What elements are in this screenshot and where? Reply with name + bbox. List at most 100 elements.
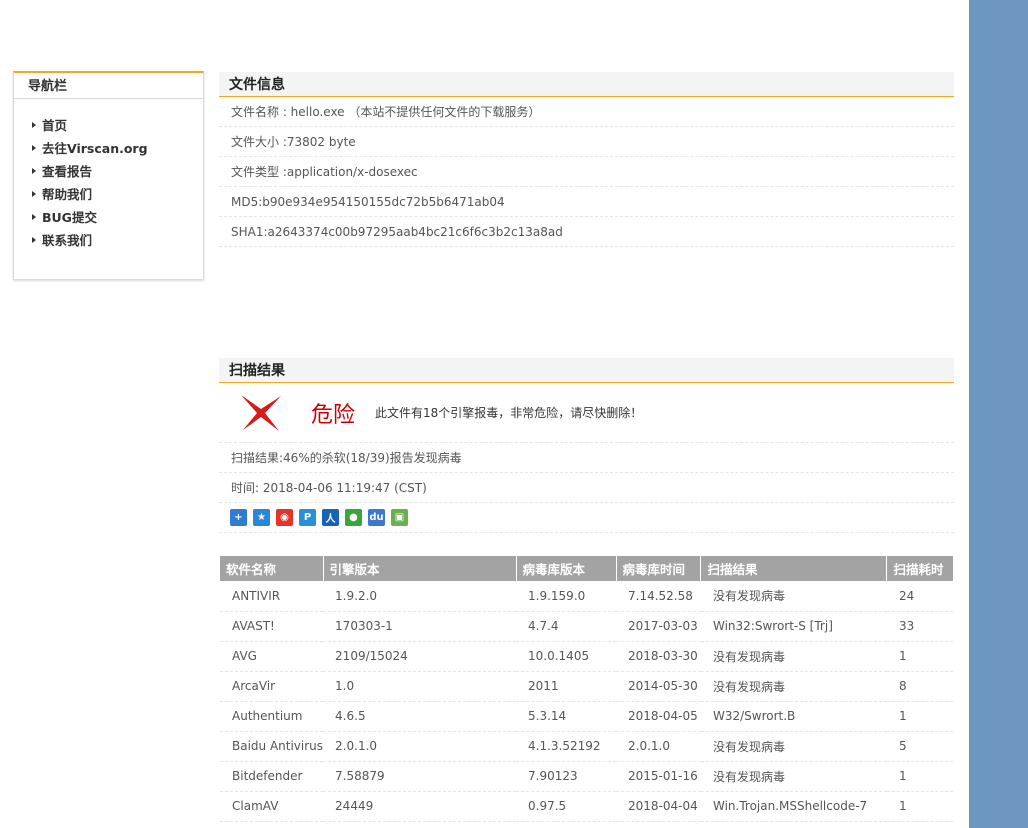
arrow-right-icon <box>32 213 36 220</box>
table-row: Authentium 4.6.5 5.3.14 2018-04-05 W32/S… <box>220 701 953 732</box>
file-size-row: 文件大小 :73802 byte <box>219 127 954 157</box>
wechat-icon[interactable]: ● <box>345 509 362 526</box>
cell-result: Win32:Swrort-S [Trj] <box>700 611 887 642</box>
nav-item-label: BUG提交 <box>42 210 97 225</box>
danger-label: 危险 <box>311 402 356 428</box>
col-engine-version: 引擎版本 <box>323 556 517 581</box>
nav-title: 导航栏 <box>14 73 203 99</box>
table-row: AVAST! 170303-1 4.7.4 2017-03-03 Win32:S… <box>220 611 953 642</box>
cell-engine: 4.6.5 <box>323 701 517 732</box>
table-row: ArcaVir 1.0 2011 2014-05-30 没有发现病毒 8 <box>220 671 953 702</box>
file-info-title: 文件信息 <box>219 72 954 97</box>
cell-result: 没有发现病毒 <box>700 581 887 612</box>
cell-engine: 2109/15024 <box>323 641 517 672</box>
table-row: ANTIVIR 1.9.2.0 1.9.159.0 7.14.52.58 没有发… <box>220 581 953 612</box>
sha1-row: SHA1:a2643374c00b97295aab4bc21c6f6c3b2c1… <box>219 217 954 247</box>
baidu-icon[interactable]: du <box>368 509 385 526</box>
nav-item-home[interactable]: 首页 <box>32 113 203 136</box>
cell-result: 没有发现病毒 <box>700 761 887 792</box>
cell-time: 24 <box>886 581 953 612</box>
cell-name: Bitdefender <box>220 761 324 792</box>
weibo-icon[interactable]: ◉ <box>276 509 293 526</box>
cell-time: 1 <box>886 641 953 672</box>
qzone-icon[interactable]: ★ <box>253 509 270 526</box>
page: 导航栏 首页 去往Virscan.org 查看报告 帮助我们 BUG提交 联系我… <box>0 0 1028 828</box>
table-row: AVG 2109/15024 10.0.1405 2018-03-30 没有发现… <box>220 641 953 672</box>
col-db-version: 病毒库版本 <box>516 556 617 581</box>
cell-date: 7.14.52.58 <box>616 581 701 612</box>
nav-item-label: 去往Virscan.org <box>42 141 148 156</box>
cell-name: ANTIVIR <box>220 581 324 612</box>
cell-time: 8 <box>886 671 953 702</box>
cell-time: 1 <box>886 701 953 732</box>
cell-engine: 170303-1 <box>323 611 517 642</box>
cell-db: 5.3.14 <box>516 701 616 732</box>
cell-result: 没有发现病毒 <box>700 731 887 762</box>
pengyou-icon[interactable]: P <box>299 509 316 526</box>
table-header-row: 软件名称 引擎版本 病毒库版本 病毒库时间 扫描结果 扫描耗时 <box>220 556 953 581</box>
arrow-right-icon <box>32 121 36 128</box>
cell-result: 没有发现病毒 <box>700 671 887 702</box>
cell-result: 没有发现病毒 <box>700 641 887 672</box>
col-scan-result: 扫描结果 <box>700 556 888 581</box>
renren-icon[interactable]: 人 <box>322 509 339 526</box>
md5-row: MD5:b90e934e954150155dc72b5b6471ab04 <box>219 187 954 217</box>
cell-time: 1 <box>886 761 953 792</box>
cell-date: 2.0.1.0 <box>616 731 701 762</box>
cell-db: 4.7.4 <box>516 611 616 642</box>
scan-title: 扫描结果 <box>219 358 954 383</box>
results-table: 软件名称 引擎版本 病毒库版本 病毒库时间 扫描结果 扫描耗时 ANTIVIR … <box>220 556 953 822</box>
cell-engine: 1.0 <box>323 671 517 702</box>
cell-engine: 1.9.2.0 <box>323 581 517 612</box>
danger-row: 危险 此文件有18个引擎报毒，非常危险，请尽快删除！ <box>219 383 954 443</box>
arrow-right-icon <box>32 144 36 151</box>
file-type-row: 文件类型 :application/x-dosexec <box>219 157 954 187</box>
cell-date: 2018-04-04 <box>616 791 701 822</box>
cell-name: AVG <box>220 641 324 672</box>
table-row: ClamAV 24449 0.97.5 2018-04-04 Win.Troja… <box>220 791 953 822</box>
right-side-strip <box>969 0 1028 828</box>
cell-result: W32/Swrort.B <box>700 701 887 732</box>
nav-item-virscan[interactable]: 去往Virscan.org <box>32 136 203 159</box>
nav-item-label: 查看报告 <box>42 164 93 179</box>
table-row: Bitdefender 7.58879 7.90123 2015-01-16 没… <box>220 761 953 792</box>
share-icon[interactable]: ▣ <box>391 509 408 526</box>
cell-date: 2018-04-05 <box>616 701 701 732</box>
scan-time: 时间: 2018-04-06 11:19:47 (CST) <box>219 473 954 503</box>
sidebar-nav: 导航栏 首页 去往Virscan.org 查看报告 帮助我们 BUG提交 联系我… <box>13 71 204 280</box>
cell-name: Authentium <box>220 701 324 732</box>
nav-item-contact[interactable]: 联系我们 <box>32 228 203 251</box>
danger-x-icon <box>237 393 285 433</box>
cell-db: 10.0.1405 <box>516 641 616 672</box>
cell-time: 33 <box>886 611 953 642</box>
nav-item-help[interactable]: 帮助我们 <box>32 182 203 205</box>
nav-item-label: 帮助我们 <box>42 187 93 202</box>
nav-list: 首页 去往Virscan.org 查看报告 帮助我们 BUG提交 联系我们 <box>14 99 203 251</box>
cell-engine: 7.58879 <box>323 761 517 792</box>
arrow-right-icon <box>32 167 36 174</box>
col-db-date: 病毒库时间 <box>616 556 702 581</box>
file-info-section: 文件信息 文件名称 : hello.exe （本站不提供任何文件的下载服务） 文… <box>219 72 954 247</box>
cell-name: Baidu Antivirus <box>220 731 324 762</box>
cell-db: 1.9.159.0 <box>516 581 616 612</box>
arrow-right-icon <box>32 190 36 197</box>
file-name-row: 文件名称 : hello.exe （本站不提供任何文件的下载服务） <box>219 97 954 127</box>
plus-icon[interactable]: + <box>230 509 247 526</box>
cell-date: 2014-05-30 <box>616 671 701 702</box>
danger-description: 此文件有18个引擎报毒，非常危险，请尽快删除！ <box>375 406 643 420</box>
nav-item-report[interactable]: 查看报告 <box>32 159 203 182</box>
cell-db: 0.97.5 <box>516 791 616 822</box>
cell-name: ClamAV <box>220 791 324 822</box>
cell-date: 2017-03-03 <box>616 611 701 642</box>
nav-item-label: 联系我们 <box>42 233 93 248</box>
cell-result: Win.Trojan.MSShellcode-7 <box>700 791 887 822</box>
nav-item-label: 首页 <box>42 118 68 133</box>
cell-name: ArcaVir <box>220 671 324 702</box>
col-software-name: 软件名称 <box>220 556 324 581</box>
cell-date: 2015-01-16 <box>616 761 701 792</box>
col-scan-time: 扫描耗时 <box>886 556 953 581</box>
cell-db: 7.90123 <box>516 761 616 792</box>
nav-item-bug[interactable]: BUG提交 <box>32 205 203 228</box>
scan-summary: 扫描结果:46%的杀软(18/39)报告发现病毒 <box>219 443 954 473</box>
share-bar: + ★ ◉ P 人 ● du ▣ <box>219 503 954 533</box>
